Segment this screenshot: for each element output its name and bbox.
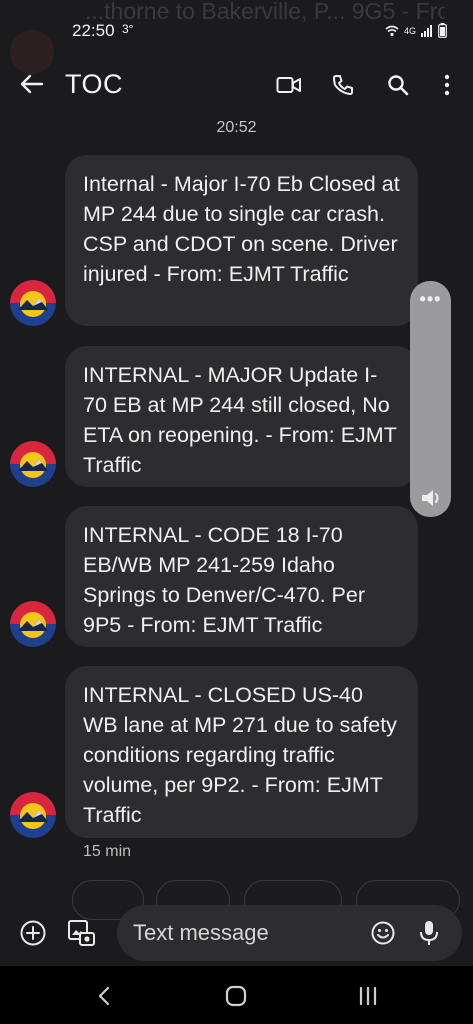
sender-avatar[interactable]	[10, 441, 56, 487]
nav-home-button[interactable]	[221, 982, 251, 1010]
message-bubble[interactable]: Internal - Major I-70 Eb Closed at MP 24…	[65, 155, 418, 326]
message-time: 15 min	[83, 843, 132, 860]
message-bubble[interactable]: INTERNAL - CODE 18 I-70 EB/WB MP 241-259…	[65, 506, 418, 647]
status-time: 22:50	[72, 21, 115, 40]
volume-icon[interactable]	[419, 487, 443, 509]
message-bubble[interactable]: INTERNAL - MAJOR Update I-70 EB at MP 24…	[65, 346, 418, 487]
composer-bar: Text message	[0, 905, 473, 963]
nav-recents-button[interactable]	[353, 982, 383, 1010]
more-dots-icon[interactable]: •••	[410, 289, 451, 310]
recents-icon	[359, 986, 377, 1006]
nav-back-button[interactable]	[89, 982, 119, 1010]
back-arrow-icon	[20, 74, 44, 94]
video-call-button[interactable]	[275, 71, 303, 99]
wifi-icon	[385, 25, 399, 36]
message-bubble[interactable]: INTERNAL - CLOSED US-40 WB lane at MP 27…	[65, 666, 418, 838]
battery-icon	[438, 23, 447, 38]
message-text: INTERNAL - CLOSED US-40 WB lane at MP 27…	[83, 683, 397, 827]
message-text: INTERNAL - CODE 18 I-70 EB/WB MP 241-259…	[83, 523, 366, 637]
chevron-left-icon	[98, 986, 110, 1006]
gallery-icon	[68, 920, 95, 946]
edge-panel-handle[interactable]: •••	[410, 281, 451, 517]
microphone-icon[interactable]	[416, 918, 442, 948]
colorado-logo-icon	[10, 280, 56, 326]
add-circle-icon	[20, 920, 46, 946]
colorado-logo-icon	[10, 601, 56, 647]
more-options-button[interactable]	[433, 71, 461, 99]
message-input-placeholder: Text message	[133, 920, 269, 945]
search-button[interactable]	[384, 71, 412, 99]
gallery-button[interactable]	[65, 917, 97, 949]
phone-icon	[333, 75, 353, 95]
conversation-title: TOC	[65, 69, 124, 99]
colorado-logo-icon	[10, 792, 56, 838]
app-bar: TOC	[0, 60, 473, 108]
message-input[interactable]: Text message	[117, 905, 462, 961]
message-text: Internal - Major I-70 Eb Closed at MP 24…	[83, 172, 400, 286]
message-text: INTERNAL - MAJOR Update I-70 EB at MP 24…	[83, 363, 397, 477]
add-attachment-button[interactable]	[17, 917, 49, 949]
messaging-screen: ...thorne to Bakerville, P... 9G5 - From…	[0, 0, 473, 1024]
home-icon	[225, 985, 247, 1007]
sender-avatar[interactable]	[10, 280, 56, 326]
search-icon	[388, 75, 409, 96]
emoji-icon[interactable]	[369, 919, 397, 947]
status-bar: 22:50 3° 4G	[0, 18, 473, 46]
video-camera-icon	[276, 77, 301, 93]
more-vert-icon	[444, 74, 450, 96]
signal-icon	[421, 24, 432, 37]
colorado-logo-icon	[10, 441, 56, 487]
system-nav-bar	[0, 966, 473, 1024]
status-icons: 4G	[385, 23, 447, 38]
sender-avatar[interactable]	[10, 601, 56, 647]
thread-timestamp: 20:52	[216, 119, 257, 136]
network-type: 4G	[403, 25, 416, 36]
voice-call-button[interactable]	[329, 71, 357, 99]
status-temperature: 3°	[122, 22, 134, 36]
back-button[interactable]	[18, 72, 46, 96]
sender-avatar[interactable]	[10, 792, 56, 838]
